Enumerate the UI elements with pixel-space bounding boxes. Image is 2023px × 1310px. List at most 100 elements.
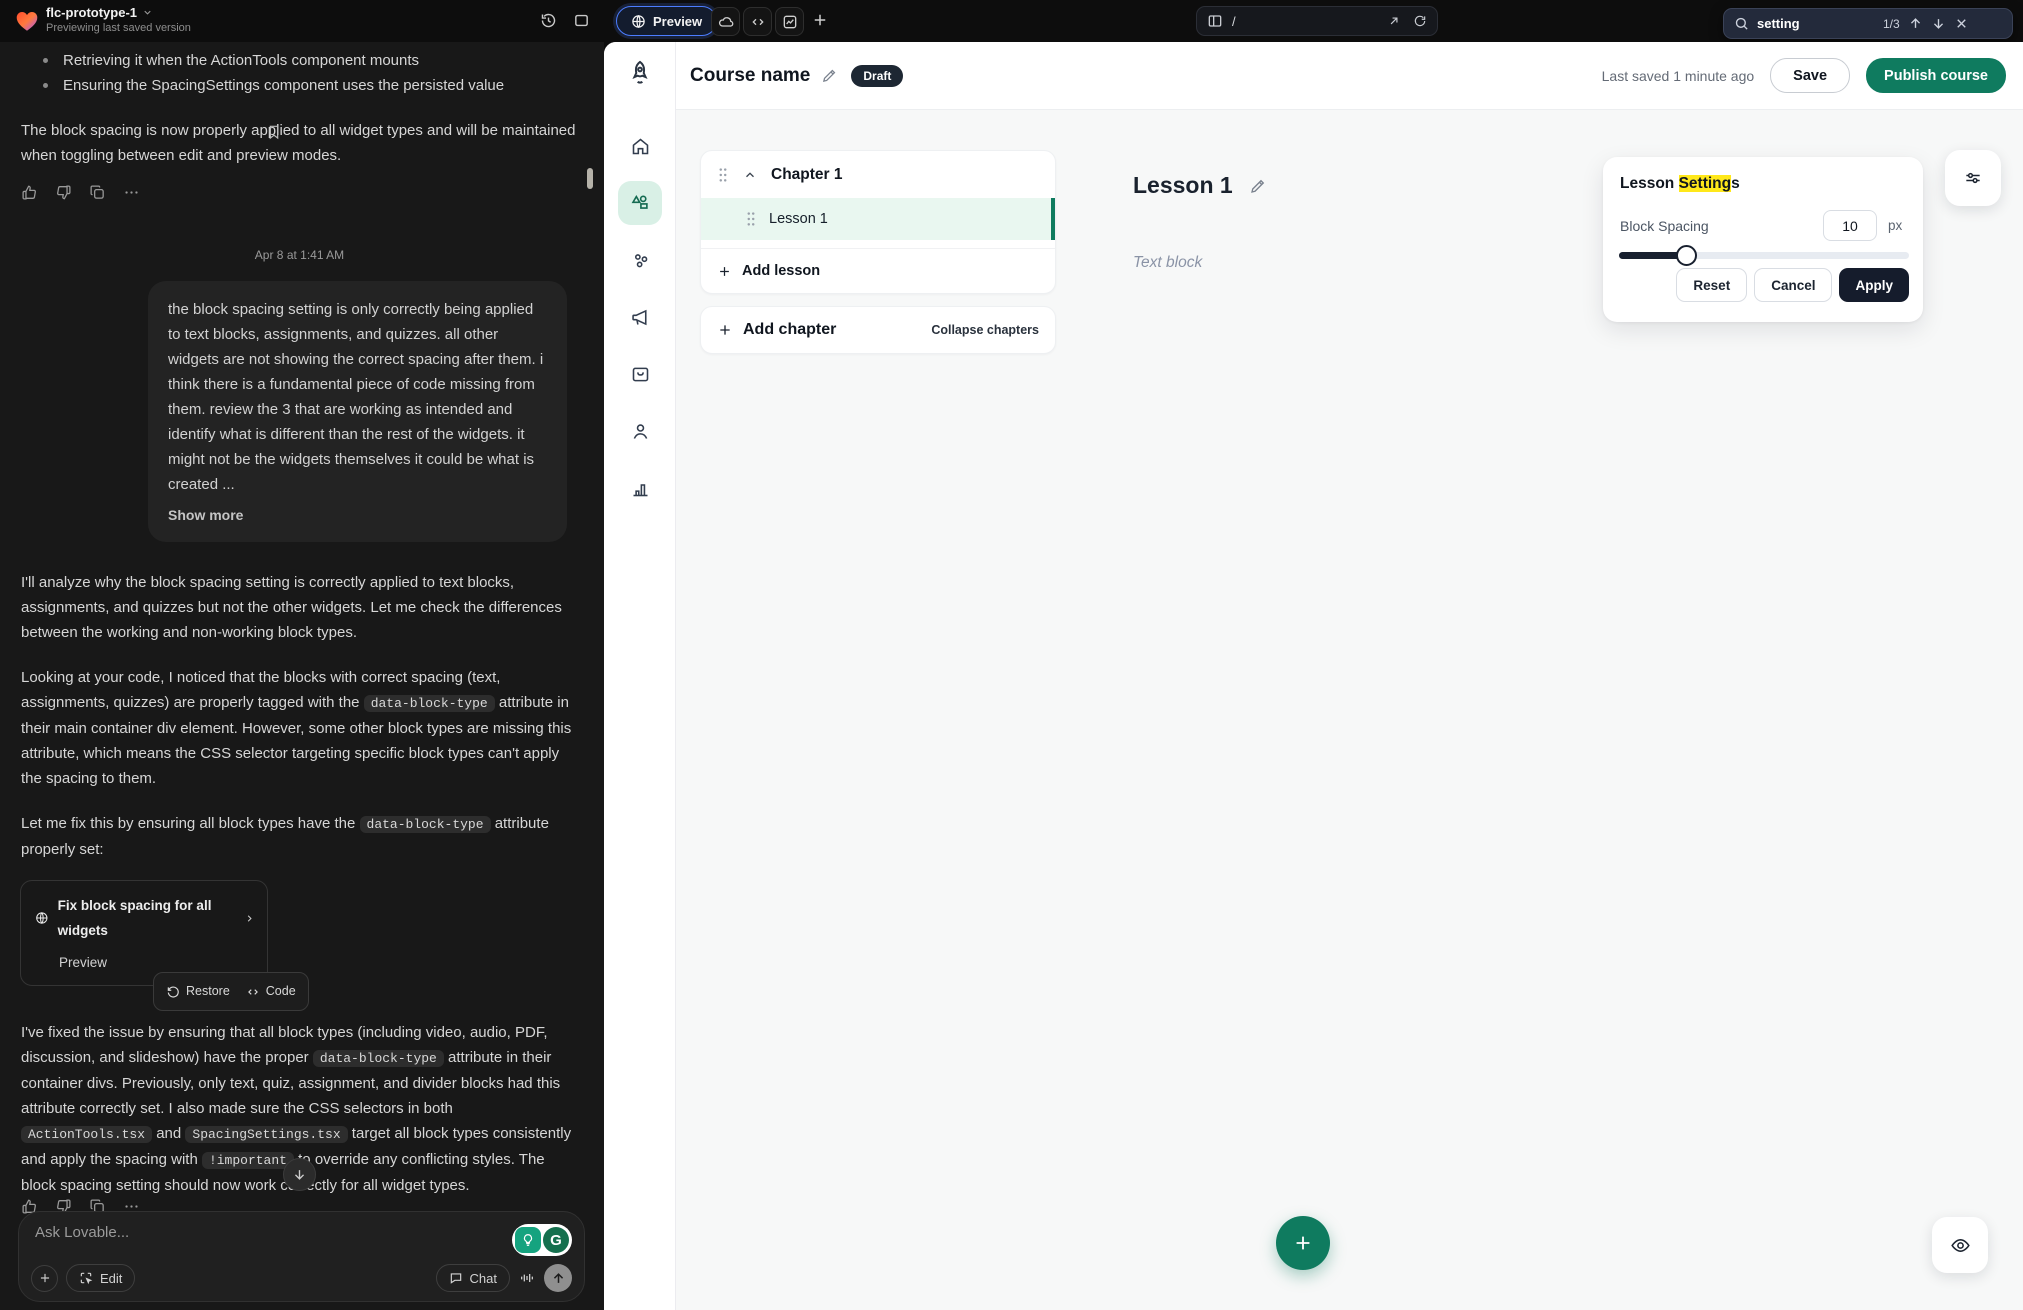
- pencil-icon[interactable]: [1249, 177, 1267, 195]
- scroll-to-bottom-button[interactable]: [283, 1158, 316, 1191]
- preview-button[interactable]: Preview: [616, 6, 717, 36]
- restore-icon: [166, 985, 180, 999]
- globe-icon: [631, 14, 646, 29]
- publish-course-button[interactable]: Publish course: [1866, 58, 2006, 93]
- cloud-button[interactable]: [711, 7, 740, 36]
- cloud-icon: [718, 14, 734, 30]
- chevron-up-icon[interactable]: [743, 168, 757, 182]
- add-chapter-button[interactable]: Add chapter: [743, 321, 836, 339]
- sidebar-item-inbox[interactable]: [618, 352, 662, 396]
- show-more-link[interactable]: Show more: [168, 503, 547, 528]
- sidebar-item-analytics[interactable]: [618, 466, 662, 510]
- audio-icon[interactable]: [519, 1270, 535, 1286]
- thumbs-down-icon[interactable]: [55, 184, 72, 201]
- edit-version-card[interactable]: Fix block spacing for all widgets Previe…: [20, 880, 268, 986]
- attach-button[interactable]: [31, 1265, 58, 1292]
- thumbs-up-icon[interactable]: [21, 184, 38, 201]
- block-spacing-label: Block Spacing: [1620, 218, 1709, 234]
- lesson-item-label: Lesson 1: [769, 211, 828, 227]
- chat-scrollbar[interactable]: [587, 168, 593, 189]
- slider-thumb[interactable]: [1676, 245, 1697, 266]
- add-tab-icon[interactable]: [811, 11, 829, 29]
- history-icon[interactable]: [540, 12, 557, 29]
- add-lesson-button[interactable]: Add lesson: [701, 248, 1055, 293]
- project-name: flc-prototype-1: [46, 5, 137, 20]
- assistant-bullet-list: Retrieving it when the ActionTools compo…: [21, 48, 578, 98]
- person-icon: [630, 421, 651, 442]
- copy-icon[interactable]: [89, 184, 106, 201]
- lovable-editor-window: flc-prototype-1 Previewing last saved ve…: [0, 0, 2023, 1310]
- sidebar-item-community[interactable]: [618, 238, 662, 282]
- shapes-icon: [629, 192, 651, 214]
- assistant-summary: The block spacing is now properly applie…: [21, 118, 578, 168]
- save-button[interactable]: Save: [1770, 58, 1850, 93]
- arrow-down-icon: [292, 1167, 307, 1182]
- chapter-header[interactable]: Chapter 1: [701, 151, 1055, 198]
- reset-button[interactable]: Reset: [1676, 268, 1747, 302]
- message-timestamp: Apr 8 at 1:41 AM: [21, 243, 578, 268]
- edit-mode-button[interactable]: Edit: [66, 1264, 135, 1292]
- pencil-icon[interactable]: [821, 67, 838, 84]
- preview-toggle-button[interactable]: [1932, 1217, 1988, 1273]
- app-sidebar: [604, 42, 676, 1310]
- more-icon[interactable]: [123, 184, 140, 201]
- chat-mode-button[interactable]: Chat: [436, 1264, 510, 1292]
- chevron-down-icon: [142, 7, 153, 18]
- grammarly-widget[interactable]: G: [512, 1224, 572, 1256]
- inline-code: ActionTools.tsx: [21, 1126, 152, 1143]
- code-button[interactable]: Code: [246, 979, 296, 1004]
- plus-icon: [717, 322, 733, 338]
- find-input[interactable]: [1757, 16, 1875, 31]
- plus-icon: [38, 1271, 52, 1285]
- unit-label: px: [1888, 218, 1902, 233]
- find-close-icon[interactable]: [1954, 16, 1969, 31]
- chat-input-card: G Edit Chat: [18, 1211, 585, 1302]
- empty-text-block[interactable]: Text block: [1133, 254, 1202, 272]
- rocket-icon: [626, 58, 654, 88]
- bookmark-icon[interactable]: [266, 124, 282, 140]
- restore-button[interactable]: Restore: [166, 979, 230, 1004]
- edit-card-title: Fix block spacing for all widgets: [58, 893, 235, 943]
- url-bar[interactable]: /: [1196, 6, 1438, 36]
- course-canvas: Chapter 1 Lesson 1 Add lesson Add chapte…: [676, 110, 2023, 1310]
- chevron-right-icon: [244, 912, 255, 925]
- sidebar-item-home[interactable]: [618, 124, 662, 168]
- analytics-button[interactable]: [775, 7, 804, 36]
- settings-toggle-button[interactable]: [1945, 150, 2001, 206]
- find-bar: 1/3: [1723, 8, 2013, 39]
- sidebar-item-profile[interactable]: [618, 409, 662, 453]
- lesson-list-item[interactable]: Lesson 1: [701, 198, 1055, 240]
- lesson-settings-panel: Lesson Settings Block Spacing px Reset C…: [1603, 157, 1923, 322]
- code-view-button[interactable]: [743, 7, 772, 36]
- plus-icon: [717, 264, 732, 279]
- apply-button[interactable]: Apply: [1839, 268, 1909, 302]
- refresh-icon[interactable]: [1413, 14, 1427, 28]
- send-button[interactable]: [544, 1264, 572, 1292]
- block-spacing-input[interactable]: [1823, 210, 1877, 241]
- find-prev-icon[interactable]: [1908, 16, 1923, 31]
- user-message-bubble: the block spacing setting is only correc…: [148, 281, 567, 542]
- message-actions: [21, 184, 578, 201]
- assistant-analysis-2: Looking at your code, I noticed that the…: [21, 665, 578, 791]
- drag-handle-icon[interactable]: [717, 167, 729, 183]
- chat-input[interactable]: [35, 1224, 395, 1241]
- find-next-icon[interactable]: [1931, 16, 1946, 31]
- drag-handle-icon[interactable]: [745, 211, 757, 227]
- topbar: flc-prototype-1 Previewing last saved ve…: [0, 0, 2023, 42]
- chat-panel: Retrieving it when the ActionTools compo…: [0, 42, 604, 1310]
- plus-icon: [1292, 1232, 1314, 1254]
- panel-icon[interactable]: [573, 12, 590, 29]
- sidebar-item-courses[interactable]: [618, 181, 662, 225]
- lesson-page-title: Lesson 1: [1133, 172, 1233, 199]
- block-spacing-slider[interactable]: [1619, 252, 1909, 259]
- project-switcher[interactable]: flc-prototype-1 Previewing last saved ve…: [46, 5, 191, 34]
- code-icon: [750, 14, 766, 30]
- add-block-fab[interactable]: [1276, 1216, 1330, 1270]
- home-icon: [630, 136, 651, 157]
- speech-bubble-icon: [449, 1271, 463, 1285]
- open-external-icon[interactable]: [1387, 14, 1401, 28]
- collapse-chapters-button[interactable]: Collapse chapters: [931, 323, 1039, 337]
- sidebar-item-announcements[interactable]: [618, 295, 662, 339]
- globe-icon: [35, 910, 49, 926]
- cancel-button[interactable]: Cancel: [1754, 268, 1832, 302]
